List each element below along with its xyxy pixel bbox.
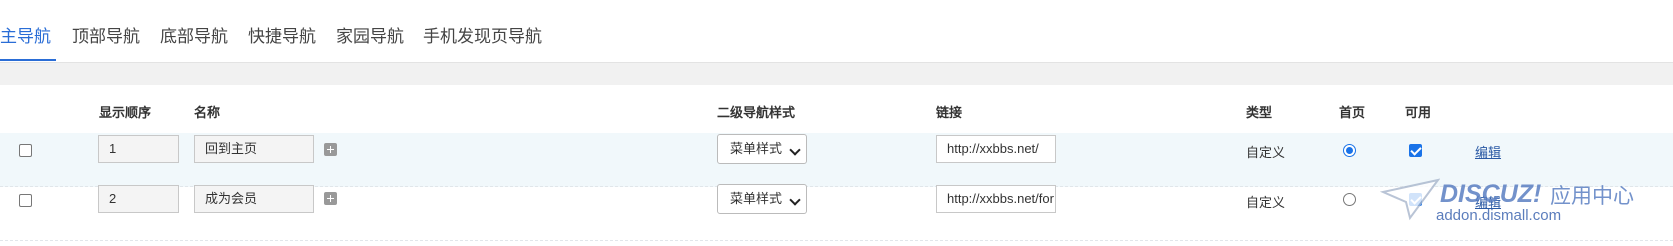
separator-bar (0, 63, 1673, 85)
header-substyle: 二级导航样式 (717, 105, 796, 120)
tab-top-nav[interactable]: 顶部导航 (72, 22, 140, 47)
header-type: 类型 (1246, 105, 1273, 120)
edit-link[interactable]: 编辑 (1475, 142, 1501, 161)
nav-tabs: 主导航 顶部导航 底部导航 快捷导航 家园导航 手机发现页导航 (0, 0, 1673, 63)
order-input[interactable]: 2 (98, 185, 179, 213)
substyle-value: 菜单样式 (730, 191, 783, 206)
substyle-value: 菜单样式 (730, 141, 783, 156)
chevron-down-icon (789, 144, 801, 156)
enabled-checkbox[interactable] (1409, 193, 1422, 206)
link-input[interactable]: http://xxbbs.net/ (936, 135, 1056, 163)
link-input[interactable]: http://xxbbs.net/for (936, 185, 1056, 213)
row-select-checkbox[interactable] (19, 144, 32, 157)
tab-bottom-nav[interactable]: 底部导航 (160, 22, 228, 47)
row-select-checkbox[interactable] (19, 194, 32, 207)
order-input[interactable]: 1 (98, 135, 179, 163)
table-header: 显示顺序 名称 二级导航样式 链接 类型 首页 可用 (0, 85, 1673, 133)
tab-quick-nav[interactable]: 快捷导航 (248, 22, 316, 47)
tab-home-nav[interactable]: 家园导航 (336, 22, 404, 47)
tab-main-nav[interactable]: 主导航 (0, 22, 51, 47)
header-home: 首页 (1339, 105, 1366, 120)
header-order: 显示顺序 (99, 105, 152, 120)
enabled-checkbox[interactable] (1409, 144, 1422, 157)
substyle-select[interactable]: 菜单样式 (717, 184, 807, 214)
type-text: 自定义 (1246, 145, 1286, 160)
type-text: 自定义 (1246, 195, 1286, 210)
header-enabled: 可用 (1405, 105, 1432, 120)
table-row: 2 成为会员 菜单样式 http://xxbbs.net/for 自定义 编辑 (0, 184, 1673, 241)
active-tab-indicator (0, 59, 56, 61)
home-radio[interactable] (1343, 193, 1356, 206)
tab-mobile-discover-nav[interactable]: 手机发现页导航 (423, 22, 542, 47)
name-input[interactable]: 成为会员 (194, 185, 314, 213)
home-radio[interactable] (1343, 144, 1356, 157)
substyle-select[interactable]: 菜单样式 (717, 134, 807, 164)
name-input[interactable]: 回到主页 (194, 135, 314, 163)
edit-link[interactable]: 编辑 (1475, 192, 1501, 211)
add-subnav-icon[interactable] (324, 143, 337, 156)
add-subnav-icon[interactable] (324, 192, 337, 205)
header-link: 链接 (936, 105, 963, 120)
header-name: 名称 (194, 105, 221, 120)
table-row: 1 回到主页 菜单样式 http://xxbbs.net/ 自定义 编辑 (0, 133, 1673, 187)
chevron-down-icon (789, 194, 801, 206)
